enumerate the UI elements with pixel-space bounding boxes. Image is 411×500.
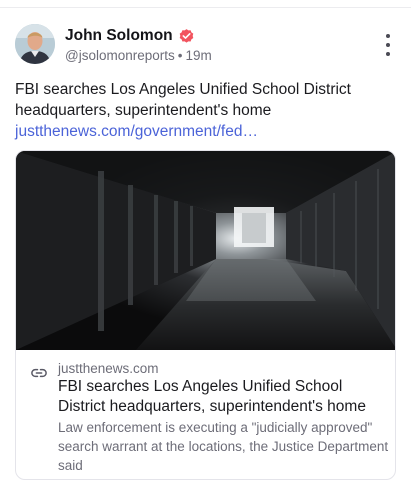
person-avatar — [15, 24, 55, 64]
link-icon — [31, 368, 47, 378]
card-description: Law enforcement is executing a "judicial… — [58, 420, 389, 473]
verified-check-icon — [179, 28, 193, 43]
link-preview-card[interactable]: justthenews.com FBI searches Los Angeles… — [15, 150, 396, 480]
card-title[interactable]: FBI searches Los Angeles Unified School … — [58, 377, 388, 417]
card-image — [16, 151, 395, 350]
card-meta: justthenews.com FBI searches Los Angeles… — [16, 350, 395, 479]
author-name[interactable]: John Solomon — [65, 27, 173, 45]
post-link[interactable]: justthenews.com/government/fed… — [15, 121, 395, 142]
post-header: John Solomon @jsolomonreports • 19m — [15, 24, 395, 66]
card-domain: justthenews.com — [58, 361, 159, 376]
post-text: FBI searches Los Angeles Unified School … — [15, 79, 395, 142]
more-vertical-icon[interactable] — [381, 34, 395, 56]
author-handle[interactable]: @jsolomonreports — [65, 48, 175, 63]
separator-dot: • — [177, 48, 183, 63]
post[interactable]: John Solomon @jsolomonreports • 19m FBI se… — [0, 8, 411, 500]
avatar[interactable] — [15, 24, 55, 64]
post-body: FBI searches Los Angeles Unified School … — [15, 81, 351, 119]
top-divider — [0, 0, 411, 8]
handle-row: @jsolomonreports • 19m — [65, 48, 212, 63]
post-timestamp[interactable]: 19m — [185, 48, 211, 63]
